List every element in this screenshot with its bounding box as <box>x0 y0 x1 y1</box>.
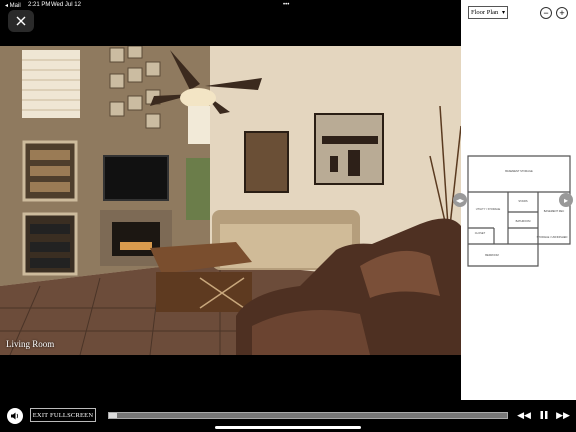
zoom-in-button[interactable]: + <box>556 7 568 19</box>
multitask-dots[interactable]: ••• <box>283 2 289 8</box>
fast-forward-icon: ▶▶ <box>556 409 570 420</box>
floorplan-select-value: Floor Plan <box>471 9 499 16</box>
status-time: 2:21 PM <box>28 2 51 8</box>
chevron-left-right-icon: ◂▸ <box>455 195 465 205</box>
chevron-right-icon: ▸ <box>563 195 568 205</box>
exit-fullscreen-button[interactable]: EXIT FULLSCREEN <box>30 408 96 422</box>
chevron-down-icon: ▾ <box>501 10 505 16</box>
rewind-button[interactable]: ◀◀ <box>517 409 531 421</box>
fp-room-label: BASEMENT STORAGE <box>505 169 533 173</box>
rewind-icon: ◀◀ <box>517 409 531 420</box>
fp-room-label: UTILITY / STORAGE <box>476 207 501 211</box>
progress-timeline[interactable] <box>108 412 508 419</box>
floorplan-panel: Floor Plan ▾ − + BASEMENT STORAGE UTILIT… <box>453 0 576 400</box>
fast-forward-button[interactable]: ▶▶ <box>556 409 570 421</box>
fp-room-label: CLOSET <box>475 231 486 235</box>
floorplan-map[interactable]: BASEMENT STORAGE UTILITY / STORAGE STAIR… <box>464 152 572 270</box>
zoom-out-button[interactable]: − <box>540 7 552 19</box>
fp-room-label: BEDROOM <box>485 253 498 257</box>
fp-room-label: STAIRS <box>518 199 527 203</box>
fp-room-label: BASEMENT REC <box>544 209 565 213</box>
home-indicator <box>215 426 361 429</box>
minus-icon: − <box>543 7 549 18</box>
close-button[interactable] <box>8 10 34 32</box>
back-to-mail[interactable]: ◂ Mail <box>5 2 21 9</box>
room-photo[interactable]: Living Room <box>0 46 461 355</box>
fp-room-label: BATHROOM <box>516 219 531 223</box>
pause-icon <box>540 411 548 419</box>
close-icon <box>16 16 26 26</box>
prev-next-photo-button[interactable]: ◂▸ <box>453 193 467 207</box>
photo-caption: Living Room <box>6 339 55 349</box>
volume-icon <box>11 412 19 420</box>
living-room-image <box>0 46 461 355</box>
floorplan-next-button[interactable]: ▸ <box>559 193 573 207</box>
progress-fill <box>109 413 117 418</box>
plus-icon: + <box>559 7 565 18</box>
volume-button[interactable] <box>7 408 23 424</box>
floorplan-select[interactable]: Floor Plan ▾ <box>468 6 508 19</box>
pause-button[interactable] <box>538 409 550 421</box>
fp-room-label: STORAGE / UNFINISHED <box>537 235 568 239</box>
status-date: Wed Jul 12 <box>51 2 81 8</box>
